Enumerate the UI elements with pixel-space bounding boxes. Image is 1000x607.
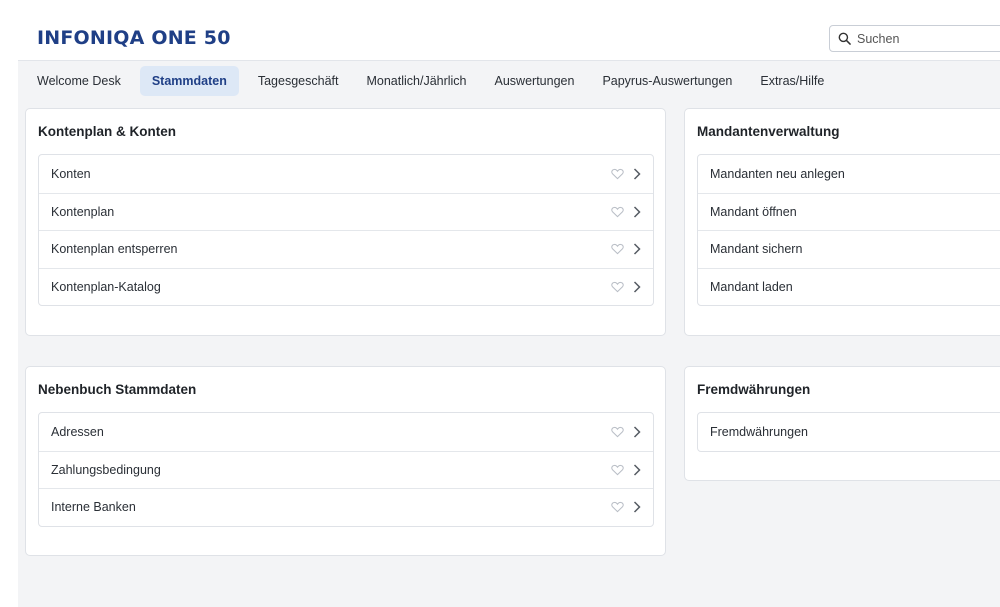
menu-item-label: Zahlungsbedingung <box>51 462 161 477</box>
menu-list: Fremdwährungen <box>697 412 1000 452</box>
chevron-right-icon <box>633 464 641 476</box>
card-title: Fremdwährungen <box>697 382 811 397</box>
tab-stammdaten[interactable]: Stammdaten <box>139 66 239 96</box>
top-bar: INFONIQA ONE 50 <box>0 0 1000 60</box>
menu-item-label: Interne Banken <box>51 500 136 515</box>
menu-item-label: Mandant öffnen <box>710 204 797 219</box>
card-mandantenverwaltung: Mandantenverwaltung Mandanten neu anlege… <box>684 108 1000 336</box>
menu-item-adressen[interactable]: Adressen <box>39 413 653 451</box>
menu-list: Konten Kontenplan Kontenplan entsperren … <box>38 154 654 306</box>
tab-papyrus-auswertungen[interactable]: Papyrus-Auswertungen <box>593 66 741 96</box>
main-navigation-tabs: Welcome Desk Stammdaten Tagesgeschäft Mo… <box>28 66 843 96</box>
chevron-right-icon <box>633 243 641 255</box>
heart-outline-icon[interactable] <box>611 426 624 438</box>
menu-item-kontenplan[interactable]: Kontenplan <box>39 192 653 231</box>
app-logo: INFONIQA ONE 50 <box>37 27 231 49</box>
menu-list: Adressen Zahlungsbedingung Interne Banke… <box>38 412 654 527</box>
heart-outline-icon[interactable] <box>611 501 624 513</box>
search-input[interactable] <box>857 31 997 46</box>
menu-item-konten[interactable]: Konten <box>39 155 653 193</box>
menu-item-kontenplan-entsperren[interactable]: Kontenplan entsperren <box>39 230 653 268</box>
tab-auswertungen[interactable]: Auswertungen <box>486 66 584 96</box>
card-title: Mandantenverwaltung <box>697 124 840 139</box>
heart-outline-icon[interactable] <box>611 243 624 255</box>
search-box[interactable] <box>829 25 1000 52</box>
tab-monatlich-jaehrlich[interactable]: Monatlich/Jährlich <box>357 66 475 96</box>
menu-item-label: Fremdwährungen <box>710 424 808 439</box>
menu-item-label: Mandant sichern <box>710 242 803 257</box>
menu-item-label: Mandanten neu anlegen <box>710 166 845 181</box>
heart-outline-icon[interactable] <box>611 464 624 476</box>
card-nebenbuch-stammdaten: Nebenbuch Stammdaten Adressen Zahlungsbe… <box>25 366 666 556</box>
heart-outline-icon[interactable] <box>611 206 624 218</box>
menu-item-label: Adressen <box>51 424 104 439</box>
card-title: Nebenbuch Stammdaten <box>38 382 197 397</box>
menu-item-label: Konten <box>51 166 91 181</box>
menu-item-mandanten-neu-anlegen[interactable]: Mandanten neu anlegen <box>698 155 1000 193</box>
menu-item-interne-banken[interactable]: Interne Banken <box>39 488 653 526</box>
card-kontenplan-konten: Kontenplan & Konten Konten Kontenplan Ko… <box>25 108 666 336</box>
chevron-right-icon <box>633 206 641 218</box>
chevron-right-icon <box>633 168 641 180</box>
menu-item-kontenplan-katalog[interactable]: Kontenplan-Katalog <box>39 267 653 306</box>
menu-item-label: Kontenplan <box>51 204 115 219</box>
menu-list: Mandanten neu anlegen Mandant öffnen Man… <box>697 154 1000 306</box>
card-fremdwaehrungen: Fremdwährungen Fremdwährungen <box>684 366 1000 481</box>
menu-item-label: Kontenplan entsperren <box>51 242 178 257</box>
card-title: Kontenplan & Konten <box>38 124 176 139</box>
menu-item-mandant-laden[interactable]: Mandant laden <box>698 267 1000 306</box>
menu-item-mandant-sichern[interactable]: Mandant sichern <box>698 230 1000 268</box>
chevron-right-icon <box>633 281 641 293</box>
heart-outline-icon[interactable] <box>611 168 624 180</box>
menu-item-fremdwaehrungen[interactable]: Fremdwährungen <box>698 413 1000 451</box>
menu-item-label: Mandant laden <box>710 279 793 294</box>
chevron-right-icon <box>633 426 641 438</box>
tab-extras-hilfe[interactable]: Extras/Hilfe <box>751 66 833 96</box>
menu-item-label: Kontenplan-Katalog <box>51 279 161 294</box>
menu-item-zahlungsbedingung[interactable]: Zahlungsbedingung <box>39 450 653 489</box>
tab-welcome-desk[interactable]: Welcome Desk <box>28 66 130 96</box>
menu-item-mandant-oeffnen[interactable]: Mandant öffnen <box>698 192 1000 231</box>
heart-outline-icon[interactable] <box>611 281 624 293</box>
chevron-right-icon <box>633 501 641 513</box>
tab-tagesgeschaeft[interactable]: Tagesgeschäft <box>249 66 348 96</box>
search-icon <box>838 32 851 45</box>
